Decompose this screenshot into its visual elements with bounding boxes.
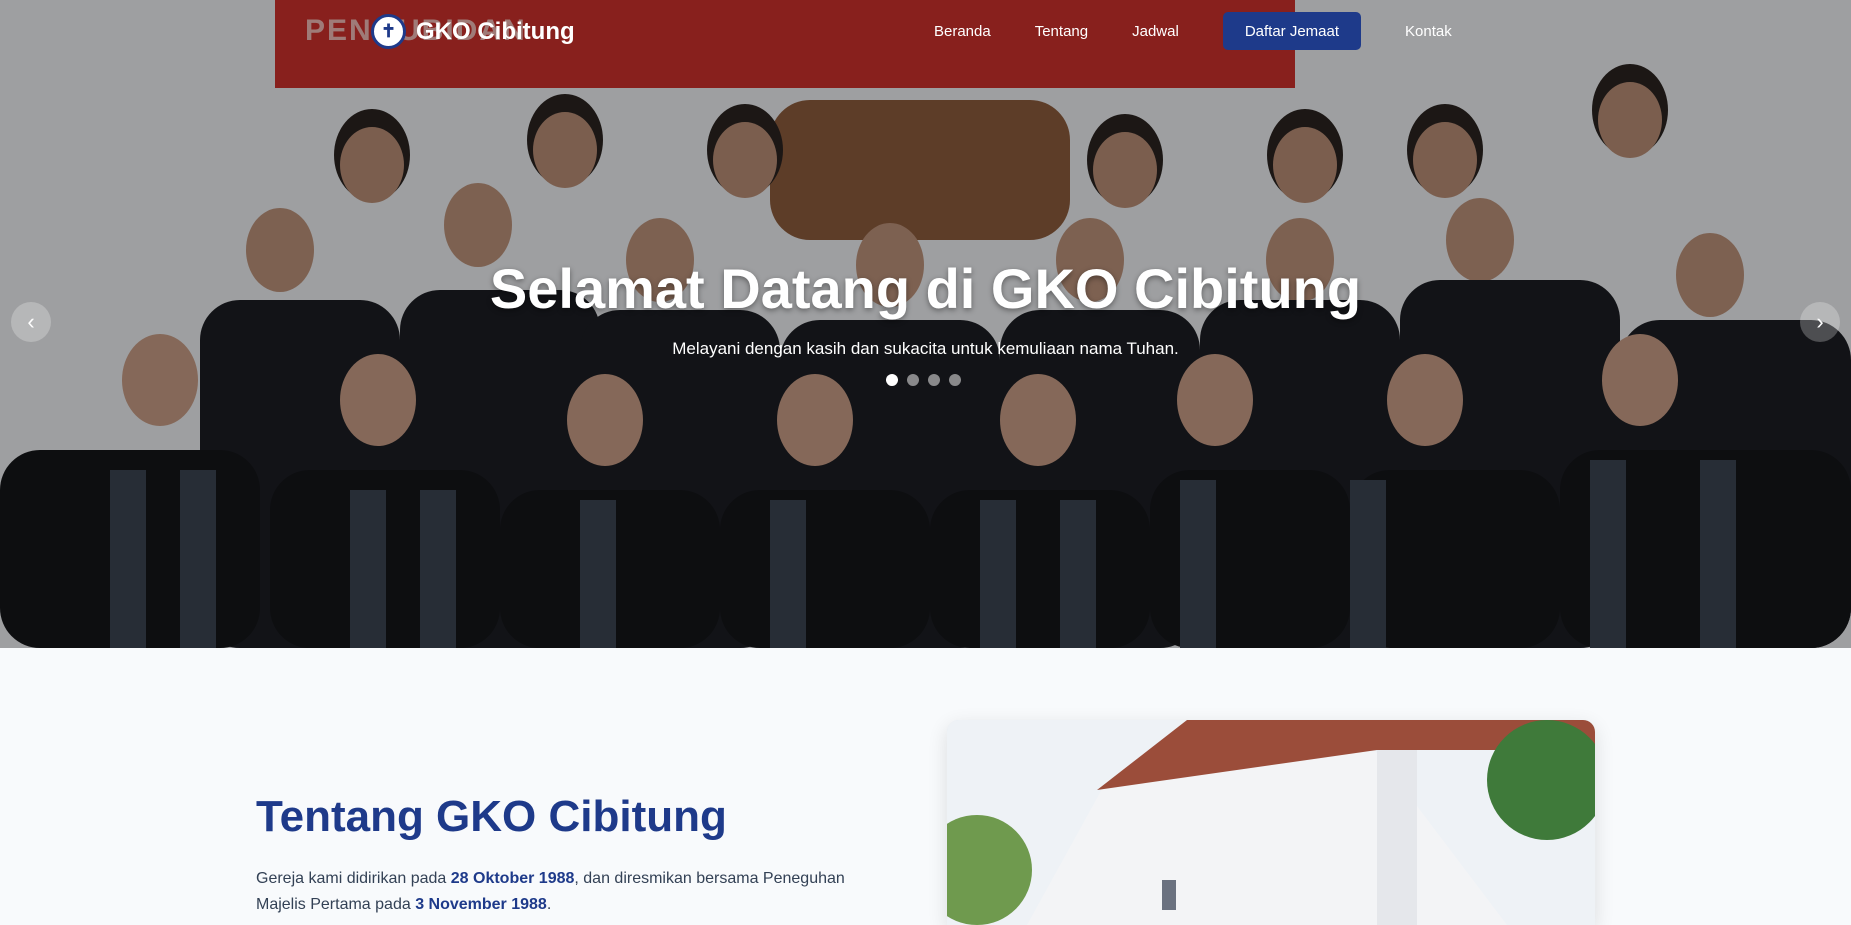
navbar: ✝ GKO Cibitung Beranda Tentang Jadwal Da…: [0, 0, 1851, 62]
about-title: Tentang GKO Cibitung: [256, 792, 727, 841]
carousel-dot[interactable]: [928, 374, 940, 386]
carousel-dot[interactable]: [907, 374, 919, 386]
about-text-part: .: [546, 896, 552, 913]
nav-kontak[interactable]: Kontak: [1383, 12, 1474, 50]
chevron-left-icon: ‹: [27, 309, 35, 334]
inauguration-date: 3 November 1988: [415, 896, 547, 913]
carousel-dot[interactable]: [949, 374, 961, 386]
brand[interactable]: ✝ GKO Cibitung: [371, 14, 575, 49]
hero-content: Selamat Datang di GKO Cibitung Melayani …: [0, 256, 1851, 359]
carousel-next-button[interactable]: ›: [1800, 302, 1840, 342]
about-text-part: Gereja kami didirikan pada: [256, 870, 451, 887]
church-logo-icon: ✝: [371, 14, 406, 49]
founding-date: 28 Oktober 1988: [450, 870, 575, 887]
carousel-prev-button[interactable]: ‹: [11, 302, 51, 342]
hero-carousel: PENGUBIDAN ✝ GKO Cibitung Beranda Tentan…: [0, 0, 1851, 648]
hero-title: Selamat Datang di GKO Cibitung: [489, 257, 1362, 320]
brand-name: GKO Cibitung: [416, 17, 575, 45]
about-text: Gereja kami didirikan pada 28 Oktober 19…: [256, 866, 876, 918]
nav-links: Beranda Tentang Jadwal Daftar Jemaat Kon…: [912, 12, 1474, 50]
carousel-dot[interactable]: [886, 374, 898, 386]
church-building-photo: [947, 720, 1595, 925]
nav-daftar-jemaat[interactable]: Daftar Jemaat: [1222, 12, 1362, 50]
carousel-indicators: [886, 374, 961, 386]
nav-jadwal[interactable]: Jadwal: [1110, 12, 1201, 50]
church-building-image: [947, 720, 1595, 925]
nav-tentang[interactable]: Tentang: [1013, 12, 1110, 50]
about-section: Tentang GKO Cibitung Gereja kami didirik…: [0, 648, 1851, 925]
chevron-right-icon: ›: [1816, 309, 1824, 334]
nav-beranda[interactable]: Beranda: [912, 12, 1013, 50]
hero-subtitle: Melayani dengan kasih dan sukacita untuk…: [672, 339, 1179, 358]
